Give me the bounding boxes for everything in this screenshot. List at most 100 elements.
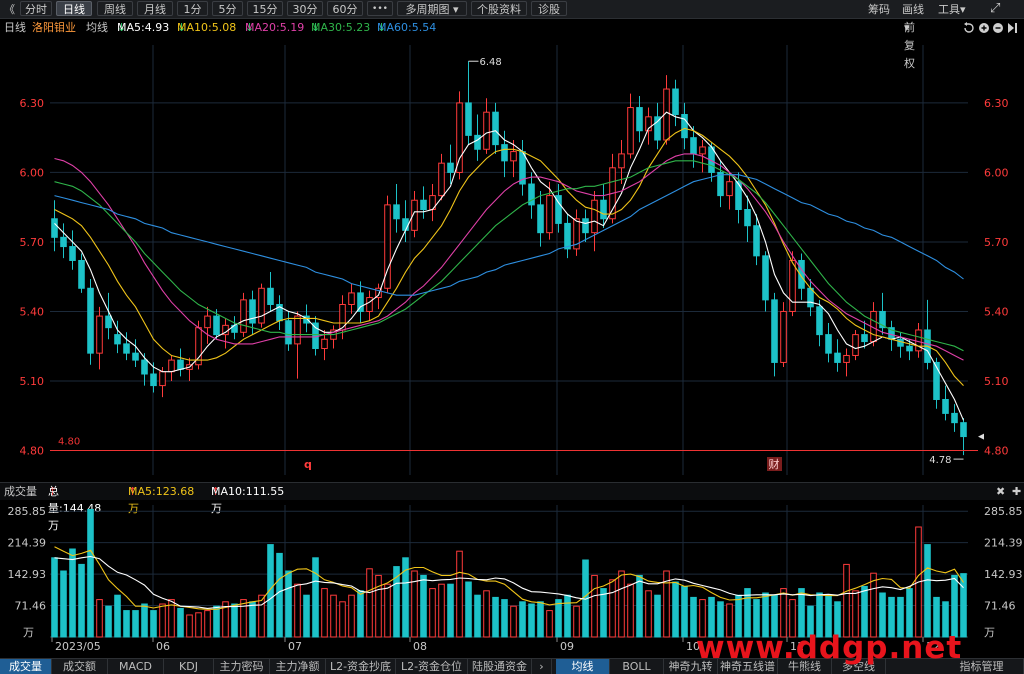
volume-bar-up bbox=[186, 614, 193, 638]
tab-main-force-net[interactable]: 主力净额 bbox=[270, 659, 326, 674]
diagnose-button[interactable]: 诊股 bbox=[531, 1, 567, 16]
tab-l2-bottom-fishing[interactable]: L2-资金抄底 bbox=[326, 659, 396, 674]
zoom-in-icon[interactable] bbox=[979, 23, 989, 33]
volume-bar-up bbox=[573, 605, 580, 638]
volume-bar-down bbox=[924, 544, 931, 638]
tab-northbound[interactable]: 陆股通资金 bbox=[468, 659, 532, 674]
volume-bar-down bbox=[519, 601, 526, 638]
tab-turnover[interactable]: 成交额 bbox=[52, 659, 108, 674]
price-axis-right: 6.30 6.00 5.70 5.40 5.10 4.80 bbox=[984, 97, 1009, 458]
moving-average-lines bbox=[54, 111, 965, 421]
volume-bar-up bbox=[483, 590, 490, 638]
candle-down bbox=[861, 334, 868, 343]
volume-bar-down bbox=[249, 601, 256, 638]
tab-5min[interactable]: 5分 bbox=[212, 1, 243, 16]
candle-down bbox=[87, 287, 94, 354]
candle-down bbox=[897, 338, 904, 347]
scroll-right-icon[interactable] bbox=[1008, 23, 1017, 33]
volume-bar-up bbox=[429, 588, 436, 638]
volume-bar-down bbox=[654, 594, 661, 638]
volume-bar-up bbox=[627, 583, 634, 638]
volume-axis-right: 285.85 214.39 142.93 71.46 万 bbox=[984, 505, 1023, 639]
tab-monthly[interactable]: 月线 bbox=[137, 1, 173, 16]
tab-kdj[interactable]: KDJ bbox=[164, 659, 214, 674]
period-toolbar: 《 分时 日线 周线 月线 1分 5分 15分 30分 60分 ••• 多周期图… bbox=[0, 0, 1024, 19]
undo-icon[interactable] bbox=[964, 22, 974, 33]
tools-menu[interactable]: 工具▾ bbox=[938, 2, 966, 17]
volume-bar-down bbox=[132, 610, 139, 638]
volume-bar-up bbox=[258, 594, 265, 638]
candle-down bbox=[564, 222, 571, 250]
candle-down bbox=[267, 287, 274, 305]
volume-bar-up bbox=[645, 590, 652, 638]
back-icon[interactable]: 《 bbox=[4, 2, 15, 17]
volume-axis-left: 285.85 214.39 142.93 71.46 万 bbox=[8, 505, 47, 639]
tab-boll[interactable]: BOLL bbox=[610, 659, 664, 674]
settings-icon[interactable]: ✚ bbox=[1012, 483, 1021, 500]
volume-bar-up bbox=[375, 574, 382, 638]
tab-l2-position[interactable]: L2-资金仓位 bbox=[396, 659, 468, 674]
more-periods-button[interactable]: ••• bbox=[367, 1, 393, 16]
tabs-next-icon[interactable]: › bbox=[532, 659, 552, 674]
tab-macd[interactable]: MACD bbox=[108, 659, 164, 674]
volume-tick-label: 万 bbox=[23, 626, 34, 639]
price-tick-label: 4.80 bbox=[20, 444, 45, 457]
tab-weekly[interactable]: 周线 bbox=[97, 1, 133, 16]
close-icon[interactable]: ✖ bbox=[996, 483, 1005, 500]
draw-line-button[interactable]: 画线 bbox=[902, 2, 924, 17]
adjust-dropdown[interactable]: 前复权 ▾ bbox=[904, 19, 915, 70]
volume-bar-down bbox=[231, 603, 238, 638]
ma60-text: MA60:5.54 bbox=[377, 21, 437, 34]
multi-period-dropdown[interactable]: 多周期图 ▾ bbox=[397, 1, 467, 16]
candle-down bbox=[582, 218, 589, 234]
tab-ma[interactable]: 均线 bbox=[556, 659, 610, 674]
candle-up bbox=[240, 299, 247, 333]
price-tick-label: 6.30 bbox=[20, 97, 45, 110]
candles bbox=[51, 61, 967, 456]
volume-bar-down bbox=[150, 610, 157, 638]
volume-bar-down bbox=[357, 590, 364, 638]
date-tick-label: 07 bbox=[288, 640, 302, 653]
candle-up bbox=[258, 287, 265, 324]
tab-daily[interactable]: 日线 bbox=[56, 1, 92, 16]
tab-60min[interactable]: 60分 bbox=[327, 1, 363, 16]
volume-bar-down bbox=[537, 601, 544, 638]
min-price-label: 4.78 bbox=[929, 455, 951, 466]
candle-down bbox=[762, 255, 769, 301]
candle-down bbox=[474, 134, 481, 150]
ma-type-selector[interactable]: 均线 bbox=[86, 19, 108, 37]
chart-controls bbox=[964, 22, 1017, 33]
volume-bar-down bbox=[951, 574, 958, 638]
stock-profile-button[interactable]: 个股资料 bbox=[471, 1, 527, 16]
candle-down bbox=[465, 102, 472, 136]
stock-name[interactable]: 洛阳钼业 bbox=[32, 19, 76, 37]
tab-15min[interactable]: 15分 bbox=[247, 1, 283, 16]
site-watermark: www.ddgp.net bbox=[696, 630, 963, 666]
volume-ma5: MA5:123.68万 ↑ bbox=[128, 483, 194, 515]
event-marker-earnings: 财 bbox=[769, 457, 780, 471]
multi-period-label: 多周期图 bbox=[405, 3, 450, 16]
ma30-text: MA30:5.23 bbox=[311, 21, 371, 34]
volume-bar-down bbox=[501, 599, 508, 638]
ma20-text: MA20:5.19 bbox=[245, 21, 305, 34]
volume-label[interactable]: 成交量 bbox=[4, 483, 37, 500]
candle-down bbox=[672, 88, 679, 116]
volume-bar-up bbox=[159, 603, 166, 638]
candle-down bbox=[735, 181, 742, 211]
ma60-value: MA60:5.54 ↓ bbox=[377, 19, 436, 37]
volume-bar-down bbox=[672, 581, 679, 638]
ma5-value: MA5:4.93 ↓ bbox=[117, 19, 169, 37]
volume-bar-down bbox=[681, 585, 688, 638]
tab-30min[interactable]: 30分 bbox=[287, 1, 323, 16]
candle-up bbox=[483, 111, 490, 150]
tab-volume[interactable]: 成交量 bbox=[0, 659, 52, 674]
zoom-out-icon[interactable] bbox=[993, 23, 1003, 33]
tab-1min[interactable]: 1分 bbox=[177, 1, 208, 16]
tab-main-force-code[interactable]: 主力密码 bbox=[214, 659, 270, 674]
chip-distribution-button[interactable]: 筹码 bbox=[868, 2, 890, 17]
tab-intraday[interactable]: 分时 bbox=[20, 1, 52, 16]
candlestick-chart[interactable]: 6.30 6.00 5.70 5.40 5.10 4.80 6.30 6.00 5.70 5.4… bbox=[0, 37, 1024, 482]
candle-up bbox=[321, 338, 328, 350]
expand-icon[interactable]: ⤢ bbox=[990, 1, 1000, 16]
candle-down bbox=[78, 259, 85, 289]
